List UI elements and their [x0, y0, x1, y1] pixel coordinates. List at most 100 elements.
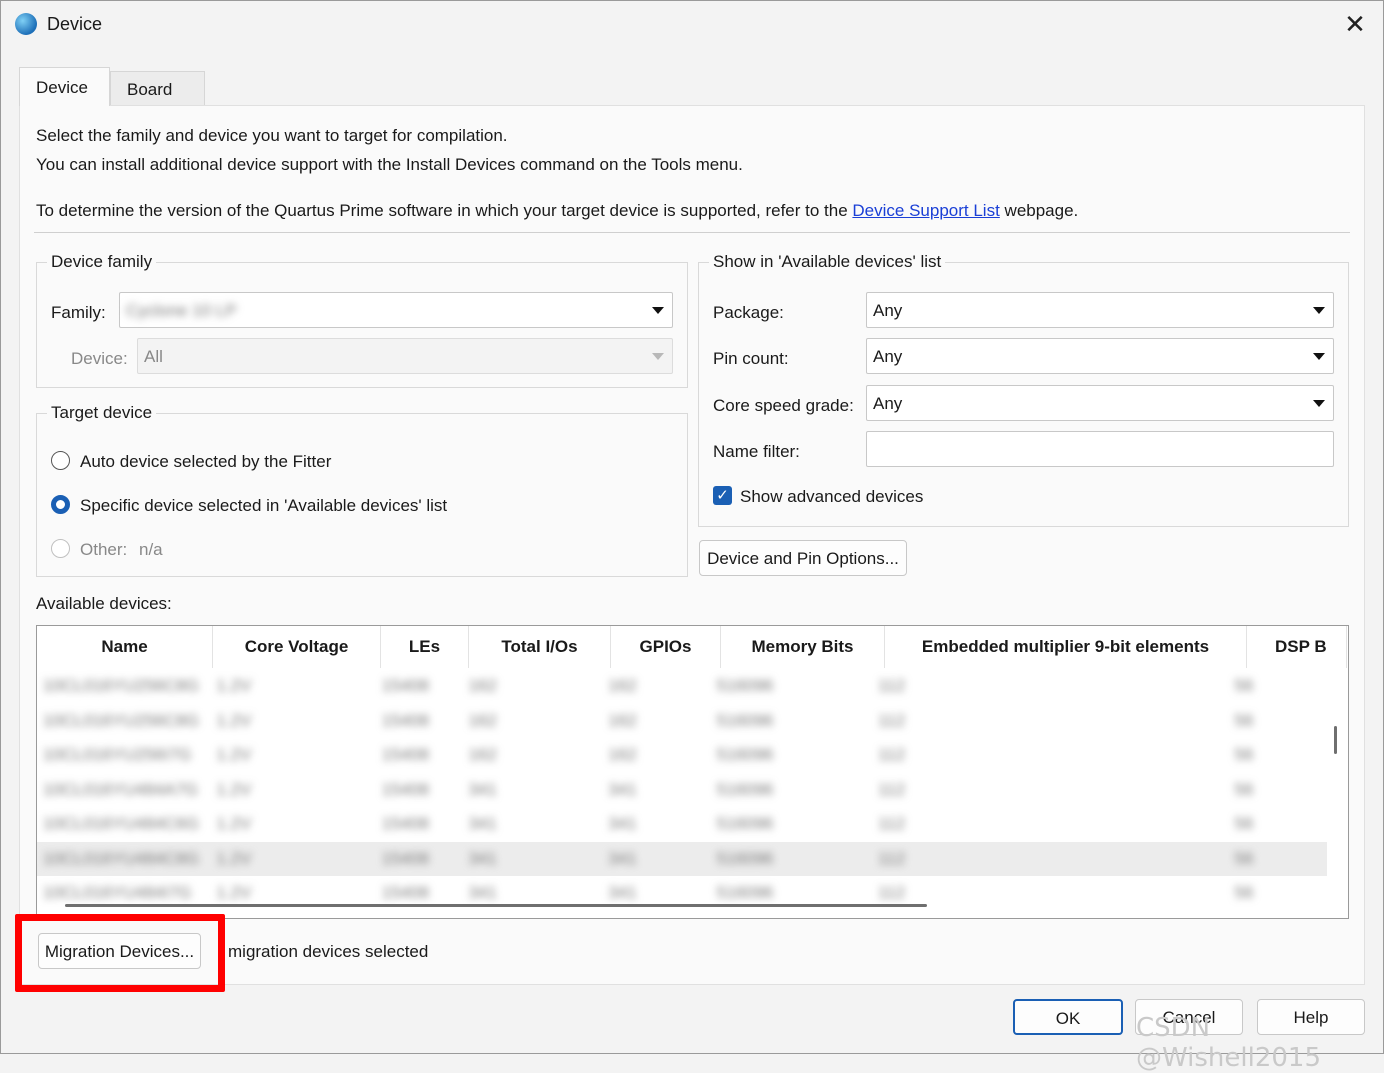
table-cell: 162	[608, 710, 637, 730]
table-cell: 162	[468, 745, 497, 764]
device-pin-options-button[interactable]: Device and Pin Options...	[699, 540, 907, 576]
table-cell: 1.2V	[216, 745, 252, 764]
auto-device-label: Auto device selected by the Fitter	[80, 452, 332, 471]
show-advanced-checkbox[interactable]: ✓	[713, 486, 732, 505]
specific-device-label: Specific device selected in 'Available d…	[80, 496, 448, 515]
table-cell: 341	[468, 848, 497, 868]
device-value: All	[144, 347, 163, 366]
table-cell: 516096	[716, 779, 774, 799]
column-header-name[interactable]: Name	[37, 626, 213, 668]
device-family-group: Device family Family: Cyclone 10 LP Devi…	[36, 252, 688, 388]
table-cell: 56	[1234, 676, 1254, 695]
column-header-les[interactable]: LEs	[381, 626, 469, 668]
column-header-total-ios[interactable]: Total I/Os	[469, 626, 611, 668]
migration-status: migration devices selected	[228, 942, 429, 961]
table-cell: 10CL016YU256C8G	[43, 710, 199, 730]
table-cell: 112	[878, 848, 906, 868]
package-value: Any	[873, 301, 903, 320]
column-header-gpios[interactable]: GPIOs	[611, 626, 721, 668]
close-button[interactable]: ✕	[1335, 7, 1375, 41]
quartus-app-icon	[15, 13, 37, 35]
column-header-core-voltage[interactable]: Core Voltage	[213, 626, 381, 668]
chevron-down-icon	[652, 307, 664, 314]
intro-line-2: You can install additional device suppor…	[36, 155, 743, 174]
family-select[interactable]: Cyclone 10 LP	[119, 292, 673, 328]
table-cell: 15408	[381, 848, 430, 868]
title-bar: Device ✕	[1, 1, 1383, 49]
table-row[interactable]: 10CL016YU256C8G 1.2V 15408 162 162 516096 112 5…	[37, 704, 1327, 738]
intro-line-3-suffix: webpage.	[999, 201, 1079, 220]
column-header-memory-bits[interactable]: Memory Bits	[721, 626, 885, 668]
column-header-embedded-multiplier[interactable]: Embedded multiplier 9-bit elements	[885, 626, 1247, 668]
available-devices-label: Available devices:	[36, 594, 172, 613]
table-cell: 1.2V	[216, 779, 252, 799]
table-cell: 341	[608, 814, 637, 833]
table-cell: 341	[468, 779, 497, 799]
table-header: Name Core Voltage LEs Total I/Os GPIOs M…	[37, 626, 1348, 668]
speed-grade-label: Core speed grade:	[713, 396, 854, 415]
horizontal-scrollbar[interactable]	[65, 904, 927, 907]
table-cell: 1.2V	[216, 848, 252, 868]
device-tab-panel: Select the family and device you want to…	[19, 105, 1365, 985]
intro-line-3: To determine the version of the Quartus …	[36, 201, 1078, 221]
table-cell: 56	[1234, 848, 1254, 868]
radio-specific-device[interactable]	[51, 495, 70, 514]
table-row[interactable]: 10CL016YU256C8G 1.2V 15408 162 162 516096 112 5…	[37, 669, 1327, 703]
table-cell: 56	[1234, 779, 1254, 799]
table-cell: 56	[1234, 883, 1254, 902]
table-cell: 162	[608, 745, 637, 764]
table-cell: 10CL016YU256C8G	[43, 676, 199, 695]
chevron-down-icon	[1313, 400, 1325, 407]
package-select[interactable]: Any	[866, 292, 1334, 328]
tab-board[interactable]: Board	[110, 71, 205, 105]
table-cell: 112	[878, 676, 906, 695]
table-cell: 10CL016YU256I7G	[43, 745, 192, 764]
table-cell: 341	[608, 779, 637, 799]
table-cell: 15408	[381, 710, 430, 730]
table-cell: 10CL016YU484A7G	[43, 779, 199, 799]
radio-auto-device[interactable]	[51, 451, 70, 470]
radio-other-device	[51, 539, 70, 558]
pin-count-label: Pin count:	[713, 349, 789, 368]
intro-separator	[34, 232, 1350, 233]
chevron-down-icon	[1313, 353, 1325, 360]
available-devices-table[interactable]: Name Core Voltage LEs Total I/Os GPIOs M…	[36, 625, 1349, 919]
table-cell: 516096	[716, 710, 774, 730]
table-row[interactable]: 10CL016YU484C8G 1.2V 15408 341 341 516096 112 5…	[37, 841, 1327, 876]
tab-device[interactable]: Device	[19, 67, 110, 106]
table-cell: 15408	[381, 814, 430, 833]
device-support-list-link[interactable]: Device Support List	[852, 201, 999, 220]
name-filter-input[interactable]	[866, 431, 1334, 467]
column-header-dsp[interactable]: DSP B	[1247, 626, 1347, 668]
vertical-scrollbar[interactable]	[1334, 726, 1337, 754]
table-cell: 516096	[716, 848, 774, 868]
target-device-group: Target device Auto device selected by th…	[36, 403, 688, 577]
chevron-down-icon	[652, 353, 664, 360]
table-cell: 56	[1234, 710, 1254, 730]
family-value: Cyclone 10 LP	[126, 301, 237, 320]
window-title: Device	[47, 14, 103, 34]
available-filter-title: Show in 'Available devices' list	[709, 252, 946, 272]
table-cell: 112	[878, 745, 906, 764]
watermark: CSDN @Wishell2015	[1136, 1013, 1321, 1073]
table-cell: 112	[878, 814, 906, 833]
pin-count-select[interactable]: Any	[866, 338, 1334, 374]
package-label: Package:	[713, 303, 784, 322]
speed-grade-value: Any	[873, 394, 903, 413]
table-cell: 10CL016YU484C8G	[43, 848, 199, 868]
intro-line-1: Select the family and device you want to…	[36, 126, 508, 145]
table-cell: 10CL016YU484C6G	[43, 814, 199, 833]
ok-button[interactable]: OK	[1013, 999, 1123, 1035]
table-cell: 15408	[381, 676, 430, 695]
table-cell: 341	[468, 814, 497, 833]
name-filter-label: Name filter:	[713, 442, 800, 461]
speed-grade-select[interactable]: Any	[866, 385, 1334, 421]
table-row[interactable]: 10CL016YU484C6G 1.2V 15408 341 341 516096 112 5…	[37, 807, 1327, 841]
table-cell: 15408	[381, 745, 430, 764]
table-cell: 56	[1234, 814, 1254, 833]
show-advanced-label: Show advanced devices	[740, 487, 924, 506]
table-row[interactable]: 10CL016YU256I7G 1.2V 15408 162 162 516096 112 5…	[37, 738, 1327, 772]
table-row[interactable]: 10CL016YU484A7G 1.2V 15408 341 341 516096 112 5…	[37, 773, 1327, 807]
other-device-label: Other:	[80, 540, 128, 559]
table-cell: 112	[878, 779, 906, 799]
